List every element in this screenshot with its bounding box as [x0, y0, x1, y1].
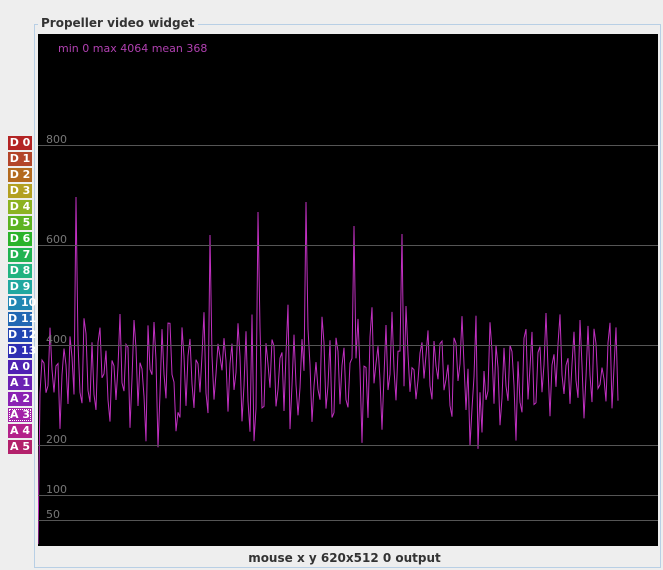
- pin-button-d7[interactable]: D 7: [8, 248, 32, 262]
- signal-trace: [38, 196, 619, 545]
- pin-button-d9[interactable]: D 9: [8, 280, 32, 294]
- pin-button-a2[interactable]: A 2: [8, 392, 32, 406]
- pin-button-a5[interactable]: A 5: [8, 440, 32, 454]
- pin-button-a4[interactable]: A 4: [8, 424, 32, 438]
- pin-button-a1[interactable]: A 1: [8, 376, 32, 390]
- pin-button-d12[interactable]: D 12: [8, 328, 36, 342]
- pin-button-d13[interactable]: D 13: [8, 344, 36, 358]
- gridline-200: [38, 445, 658, 446]
- pin-button-d2[interactable]: D 2: [8, 168, 32, 182]
- gridline-400: [38, 345, 658, 346]
- video-screen[interactable]: min 0 max 4064 mean 368 800 600 400 200 100 5…: [38, 34, 658, 546]
- signal-trace-line: [38, 196, 619, 545]
- pin-button-d1[interactable]: D 1: [8, 152, 32, 166]
- pin-button-d6[interactable]: D 6: [8, 232, 32, 246]
- widget-title: Propeller video widget: [38, 16, 198, 30]
- pin-button-d3[interactable]: D 3: [8, 184, 32, 198]
- pin-button-a0[interactable]: A 0: [8, 360, 32, 374]
- tick-label-600: 600: [46, 233, 67, 246]
- tick-label-100: 100: [46, 483, 67, 496]
- tick-label-800: 800: [46, 133, 67, 146]
- tick-label-200: 200: [46, 433, 67, 446]
- pin-button-d11[interactable]: D 11: [8, 312, 36, 326]
- gridline-800: [38, 145, 658, 146]
- gridline-50: [38, 520, 658, 521]
- pin-button-d0[interactable]: D 0: [8, 136, 32, 150]
- pin-button-d10[interactable]: D 10: [8, 296, 36, 310]
- gridline-100: [38, 495, 658, 496]
- pin-button-d4[interactable]: D 4: [8, 200, 32, 214]
- tick-label-400: 400: [46, 333, 67, 346]
- status-bar: mouse x y 620x512 0 output: [248, 551, 441, 565]
- pin-button-a3[interactable]: A 3: [8, 408, 32, 422]
- pin-button-d5[interactable]: D 5: [8, 216, 32, 230]
- gridline-600: [38, 245, 658, 246]
- pin-button-d8[interactable]: D 8: [8, 264, 32, 278]
- pin-selector: D 0 D 1 D 2 D 3 D 4 D 5 D 6 D 7 D 8 D 9 D 10 D 11 D …: [8, 136, 36, 456]
- tick-label-50: 50: [46, 508, 60, 521]
